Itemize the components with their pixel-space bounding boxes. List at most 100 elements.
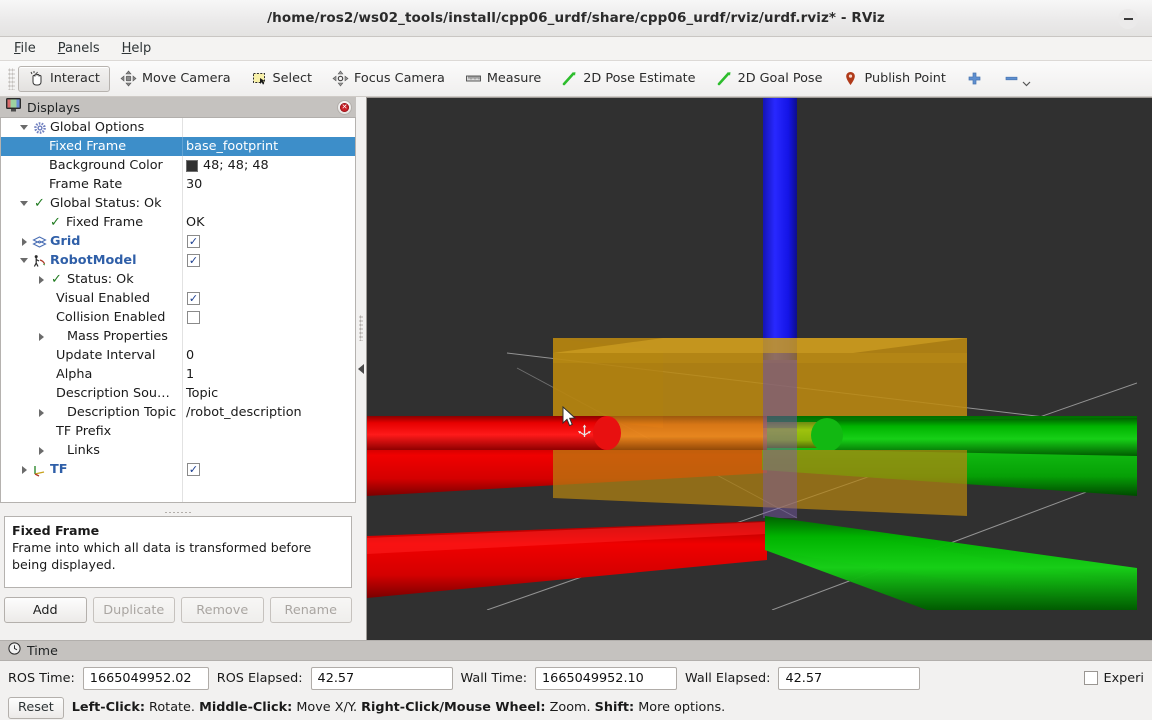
tree-row-global-options[interactable]: Global Options (1, 118, 355, 137)
minus-icon (1003, 70, 1020, 87)
panel-splitter[interactable] (356, 97, 366, 640)
tool-publish-point-label: Publish Point (864, 71, 946, 86)
tree-value[interactable] (182, 308, 355, 327)
tool-2d-pose-estimate[interactable]: 2D Pose Estimate (551, 66, 705, 92)
tool-2d-pose-estimate-label: 2D Pose Estimate (583, 71, 696, 86)
tool-remove-button[interactable] (993, 66, 1031, 92)
tree-row-global-status[interactable]: ✓ Global Status: Ok (1, 194, 355, 213)
menu-help-rest: elp (131, 41, 152, 56)
tree-row-update-interval[interactable]: Update Interval 0 (1, 346, 355, 365)
render-viewport-3d[interactable] (366, 97, 1152, 640)
grid-checkbox[interactable]: ✓ (187, 235, 200, 248)
tree-value[interactable]: Topic (182, 384, 355, 403)
duplicate-button[interactable]: Duplicate (92, 597, 175, 623)
expander-right-icon[interactable] (34, 275, 48, 284)
tree-value[interactable]: 1 (182, 365, 355, 384)
tree-value[interactable]: 48; 48; 48 (182, 156, 355, 175)
goal-arrow-icon (716, 70, 733, 87)
hint-more-options: More options. (634, 700, 726, 715)
tree-value[interactable]: 0 (182, 346, 355, 365)
tree-row-alpha[interactable]: Alpha 1 (1, 365, 355, 384)
robotmodel-checkbox[interactable]: ✓ (187, 254, 200, 267)
tree-value[interactable]: 30 (182, 175, 355, 194)
tree-row-robotmodel-status[interactable]: ✓ Status: Ok (1, 270, 355, 289)
tree-row-grid[interactable]: Grid ✓ (1, 232, 355, 251)
toolbar-grip[interactable] (8, 67, 15, 90)
experimental-checkbox[interactable] (1083, 671, 1098, 685)
remove-button[interactable]: Remove (181, 597, 264, 623)
tree-value[interactable]: base_footprint (182, 137, 355, 156)
expander-right-icon[interactable] (34, 408, 48, 417)
tool-move-camera[interactable]: Move Camera (110, 66, 241, 92)
displays-tree[interactable]: Global Options Fixed Frame base_footprin… (0, 118, 356, 503)
expander-right-icon[interactable] (34, 446, 48, 455)
tree-row-frame-rate[interactable]: Frame Rate 30 (1, 175, 355, 194)
tree-row-description-source[interactable]: Description Sou… Topic (1, 384, 355, 403)
tree-row-mass-properties[interactable]: Mass Properties (1, 327, 355, 346)
property-help-box: Fixed Frame Frame into which all data is… (4, 516, 352, 588)
experimental-checkbox-group[interactable]: Experi (1083, 671, 1144, 686)
tool-focus-camera-label: Focus Camera (354, 71, 445, 86)
tool-measure[interactable]: Measure (455, 66, 551, 92)
close-icon[interactable] (337, 99, 352, 115)
render-scene (367, 98, 1152, 640)
menu-file[interactable]: File (14, 41, 36, 56)
tool-interact[interactable]: Interact (18, 65, 110, 92)
tree-row-tf-prefix[interactable]: TF Prefix (1, 422, 355, 441)
menu-panels[interactable]: Panels (58, 41, 100, 56)
tree-row-collision-enabled[interactable]: Collision Enabled (1, 308, 355, 327)
tree-row-status-fixed-frame[interactable]: ✓ Fixed Frame OK (1, 213, 355, 232)
tree-value[interactable]: /robot_description (182, 403, 355, 422)
tree-row-visual-enabled[interactable]: Visual Enabled ✓ (1, 289, 355, 308)
experimental-label: Experi (1103, 670, 1144, 686)
tree-row-description-topic[interactable]: Description Topic /robot_description (1, 403, 355, 422)
expander-right-icon[interactable] (17, 237, 31, 246)
chevron-down-icon[interactable] (1022, 76, 1031, 91)
displays-help-area: Fixed Frame Frame into which all data is… (0, 503, 356, 623)
visual-enabled-checkbox[interactable]: ✓ (187, 292, 200, 305)
collapse-left-arrow-icon[interactable] (358, 363, 364, 374)
tool-select[interactable]: Select (241, 66, 322, 92)
splitter-grip[interactable] (359, 315, 363, 341)
tree-value[interactable]: ✓ (182, 289, 355, 308)
expander-right-icon[interactable] (17, 465, 31, 474)
expander-down-icon[interactable] (17, 258, 31, 263)
menu-help[interactable]: Help (122, 41, 152, 56)
wall-elapsed-input[interactable]: 42.57 (778, 666, 921, 690)
tree-label: Mass Properties (67, 329, 168, 344)
tree-label: RobotModel (50, 253, 137, 268)
tree-row-fixed-frame[interactable]: Fixed Frame base_footprint (1, 137, 355, 156)
main-area: Displays Global (0, 97, 1152, 640)
expander-down-icon[interactable] (17, 125, 31, 130)
tf-checkbox[interactable]: ✓ (187, 463, 200, 476)
tree-row-links[interactable]: Links (1, 441, 355, 460)
tree-value[interactable]: ✓ (182, 460, 355, 479)
tree-value[interactable] (182, 422, 355, 441)
ros-time-input[interactable]: 1665049952.02 (82, 666, 209, 690)
wall-time-input[interactable]: 1665049952.10 (535, 666, 678, 690)
expander-right-icon[interactable] (34, 332, 48, 341)
expander-down-icon[interactable] (17, 201, 31, 206)
tool-add-button[interactable] (956, 66, 993, 92)
collision-enabled-checkbox[interactable] (187, 311, 200, 324)
rename-button[interactable]: Rename (269, 597, 352, 623)
tree-value[interactable]: ✓ (182, 232, 355, 251)
tree-row-robotmodel[interactable]: RobotModel ✓ (1, 251, 355, 270)
minimize-button[interactable] (1118, 9, 1138, 29)
reset-button[interactable]: Reset (8, 696, 64, 719)
tree-row-tf[interactable]: TF ✓ (1, 460, 355, 479)
tool-publish-point[interactable]: Publish Point (832, 66, 955, 92)
tree-label: Fixed Frame (66, 215, 144, 230)
tool-2d-goal-pose[interactable]: 2D Goal Pose (706, 66, 833, 92)
tree-value[interactable]: ✓ (182, 251, 355, 270)
ros-elapsed-input[interactable]: 42.57 (310, 666, 453, 690)
add-button[interactable]: Add (4, 597, 87, 623)
tool-focus-camera[interactable]: Focus Camera (322, 66, 455, 92)
tree-label: Fixed Frame (49, 139, 127, 154)
tool-2d-goal-pose-label: 2D Goal Pose (737, 71, 823, 86)
help-title: Fixed Frame (12, 523, 100, 538)
select-rect-icon (251, 70, 268, 87)
tree-row-background-color[interactable]: Background Color 48; 48; 48 (1, 156, 355, 175)
time-dock-header: Time (0, 640, 1152, 661)
panel-resize-grip[interactable] (2, 509, 354, 516)
